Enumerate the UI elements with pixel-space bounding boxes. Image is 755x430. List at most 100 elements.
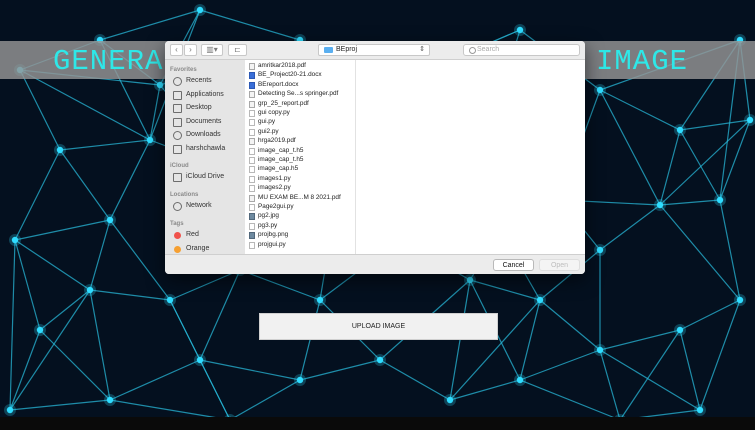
sidebar-item[interactable]: Network	[172, 201, 244, 212]
file-name: gui.py	[258, 118, 276, 126]
sidebar-header: iCloud	[170, 163, 189, 169]
search-input[interactable]: Search	[463, 44, 580, 56]
file-name: image_cap.h5	[258, 165, 299, 173]
chevron-right-icon: ›	[189, 45, 192, 54]
file-name: pg3.py	[258, 221, 278, 229]
file-name: Page2gui.py	[258, 203, 294, 210]
network-node	[696, 406, 704, 414]
file-list-item[interactable]: image_cap_t.h5	[245, 147, 355, 156]
py-file-icon	[249, 119, 255, 127]
open-button[interactable]: Open	[539, 259, 580, 271]
network-node	[196, 6, 204, 14]
red-tag-icon	[174, 232, 181, 239]
orange-tag-icon	[174, 245, 181, 253]
network-node	[516, 376, 524, 384]
sidebar-item[interactable]: harshchawla	[172, 144, 244, 155]
network-node	[146, 136, 154, 144]
new-folder-button[interactable]: ⊏	[228, 44, 247, 56]
network-node	[746, 116, 754, 124]
sidebar-item-label: iCloud Drive	[186, 173, 225, 180]
file-list-item[interactable]: images1.py	[245, 175, 355, 184]
search-icon	[469, 47, 476, 54]
file-list-item[interactable]: MU EXAM BE...M 8 2021.pdf	[245, 194, 355, 203]
file-list-item[interactable]: grp_25_report.pdf	[245, 100, 355, 109]
file-list-item[interactable]: amritkar2018.pdf	[245, 62, 355, 71]
pdf-file-icon	[249, 91, 255, 99]
network-node	[106, 216, 114, 224]
sidebar-item-label: Recents	[186, 77, 212, 84]
network-node	[376, 356, 384, 364]
file-name: image_cap_t.h5	[258, 156, 304, 163]
network-node	[446, 396, 454, 404]
sidebar-item[interactable]: Documents	[172, 117, 244, 128]
pdf-file-icon	[249, 138, 255, 146]
chevron-left-icon: ‹	[175, 45, 178, 54]
upload-image-button[interactable]: UPLOAD IMAGE	[259, 313, 498, 340]
file-name: grp_25_report.pdf	[258, 99, 309, 107]
file-list-item[interactable]: hrga2019.pdf	[245, 137, 355, 146]
file-list-item[interactable]: gui.py	[245, 118, 355, 127]
sidebar-item[interactable]: Desktop	[172, 103, 244, 114]
file-list-item[interactable]: image_cap.h5	[245, 165, 355, 174]
file-name: projgui.py	[258, 240, 286, 248]
sidebar-item[interactable]: Downloads	[172, 130, 244, 141]
py-file-icon	[249, 175, 255, 183]
search-placeholder: Search	[477, 46, 500, 53]
page-title-left: GENERA	[53, 45, 164, 78]
network-node	[36, 326, 44, 334]
docx-file-icon	[249, 72, 255, 80]
view-mode-button[interactable]: ▥▾	[201, 44, 223, 56]
network-node	[596, 346, 604, 354]
file-list-item[interactable]: gui copy.py	[245, 109, 355, 118]
network-node	[316, 296, 324, 304]
back-button[interactable]: ‹	[170, 44, 183, 56]
file-list-item[interactable]: Page2gui.py	[245, 203, 355, 212]
page-title-right: IMAGE	[596, 45, 689, 78]
globe-icon	[173, 202, 182, 211]
network-node	[536, 296, 544, 304]
img-file-icon	[249, 213, 255, 221]
file-list-item[interactable]: image_cap_t.h5	[245, 156, 355, 165]
network-node	[106, 396, 114, 404]
file-list-item[interactable]: BE_Project20-21.docx	[245, 71, 355, 80]
file-list-item[interactable]: projgui.py	[245, 241, 355, 250]
network-node	[596, 86, 604, 94]
sidebar-item-label: harshchawla	[186, 145, 226, 152]
file-list-item[interactable]: images2.py	[245, 184, 355, 193]
file-list-item[interactable]: Detecting Se...s springer.pdf	[245, 90, 355, 99]
sidebar-item[interactable]: Orange	[172, 244, 244, 254]
cancel-button[interactable]: Cancel	[493, 259, 534, 271]
network-node	[596, 246, 604, 254]
network-node	[656, 201, 664, 209]
sidebar-item[interactable]: Red	[172, 230, 244, 241]
cloud-icon	[173, 173, 182, 182]
h5-file-icon	[249, 166, 255, 174]
file-list-item[interactable]: pg2.jpg	[245, 212, 355, 221]
network-node	[676, 126, 684, 134]
folder-path-select[interactable]: BEproj ⇕	[318, 44, 430, 56]
forward-button[interactable]: ›	[184, 44, 197, 56]
file-list-item[interactable]: gui2.py	[245, 128, 355, 137]
file-name: amritkar2018.pdf	[258, 62, 306, 69]
sidebar-item[interactable]: Applications	[172, 90, 244, 101]
sidebar-item[interactable]: iCloud Drive	[172, 172, 244, 183]
bottom-strip	[0, 417, 755, 430]
desktop-icon	[173, 104, 182, 114]
file-list-item[interactable]: BEreport.docx	[245, 81, 355, 90]
file-name: gui copy.py	[258, 109, 290, 116]
file-name: pg2.jpg	[258, 212, 279, 220]
file-list-item[interactable]: pg3.py	[245, 222, 355, 231]
file-name: images1.py	[258, 174, 291, 182]
py-file-icon	[249, 241, 255, 249]
network-node	[736, 296, 744, 304]
sidebar-item-label: Desktop	[186, 104, 212, 112]
sidebar-item-label: Downloads	[186, 131, 221, 139]
sidebar-item[interactable]: Recents	[172, 76, 244, 87]
py-file-icon	[249, 204, 255, 211]
network-node	[11, 236, 19, 244]
file-list-item[interactable]: projbg.png	[245, 231, 355, 240]
clock-icon	[173, 77, 182, 86]
documents-icon	[173, 117, 182, 127]
docx-file-icon	[249, 81, 255, 89]
new-folder-icon: ⊏	[234, 45, 241, 54]
